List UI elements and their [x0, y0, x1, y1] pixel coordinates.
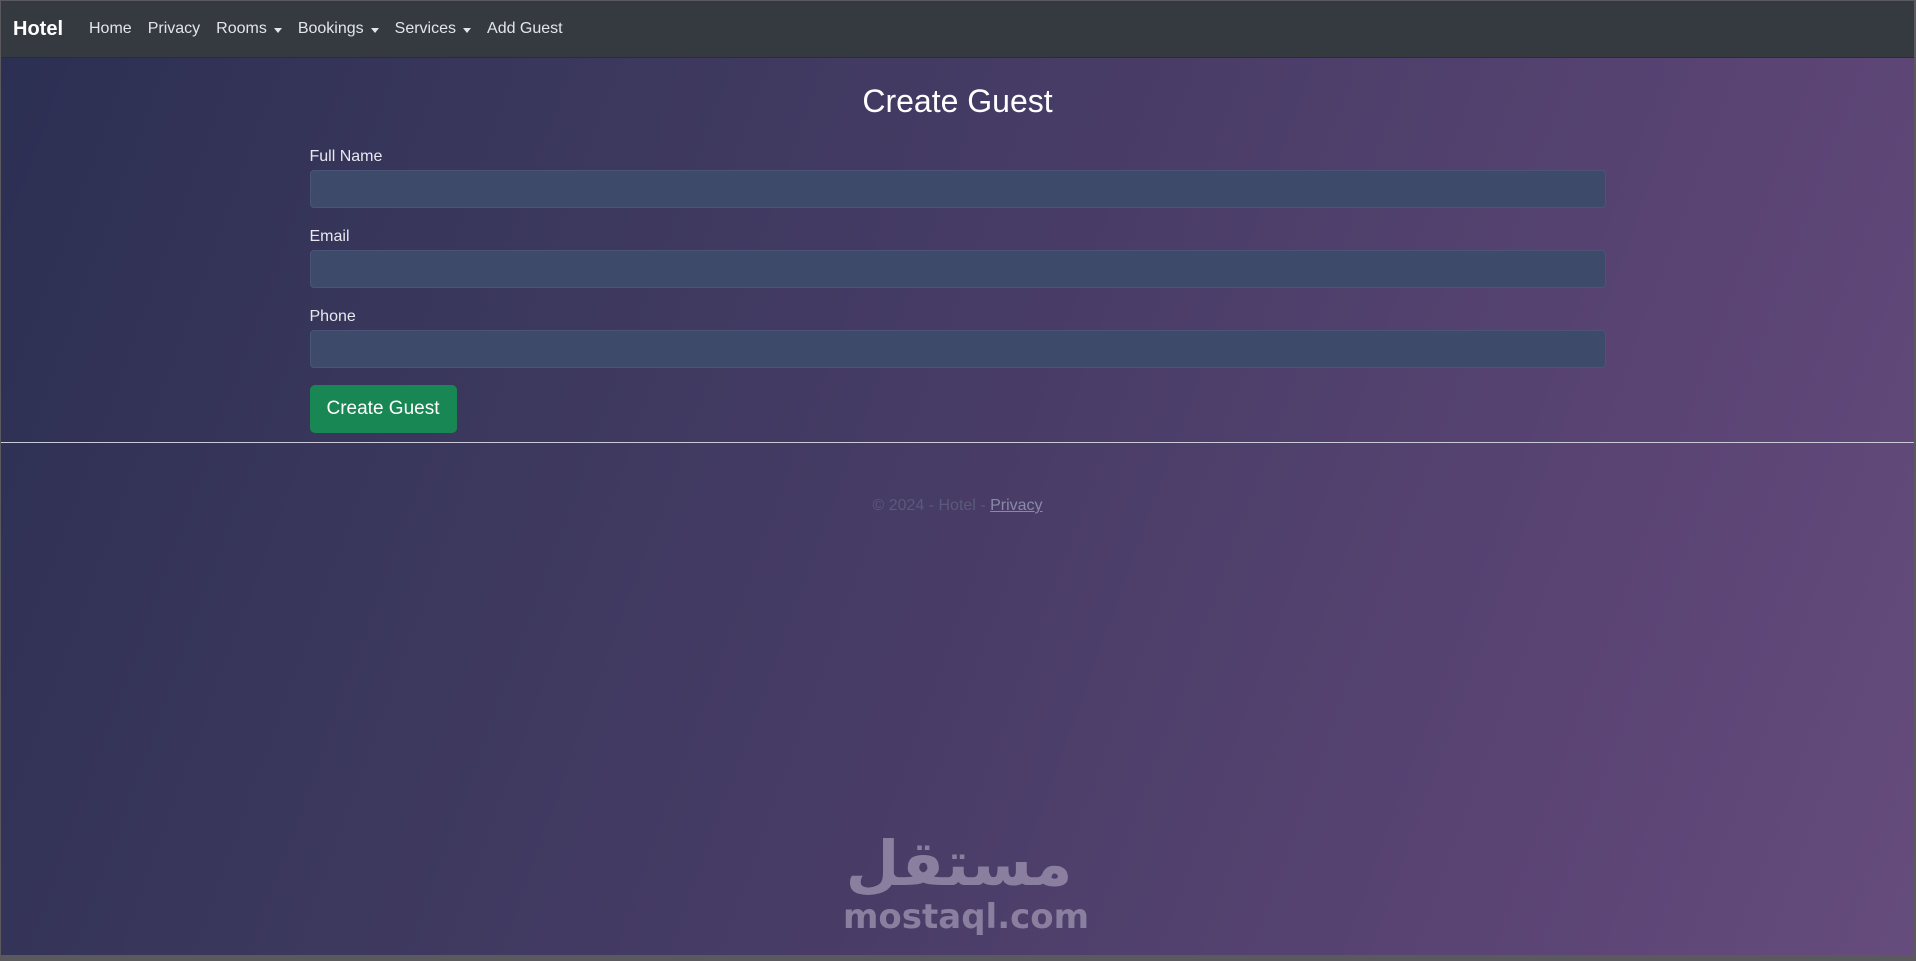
navbar: Hotel Home Privacy Rooms Bookings Servic…	[1, 1, 1914, 58]
nav-add-guest-label: Add Guest	[487, 20, 563, 37]
nav-rooms-label: Rooms	[216, 20, 267, 37]
mostaql-watermark-logo: مستقل mostaql.com	[843, 827, 1090, 938]
nav-services-dropdown[interactable]: Services	[394, 20, 472, 38]
create-guest-form: Create Guest Full Name Email Phone Creat…	[309, 58, 1606, 433]
watermark-arabic: مستقل	[845, 827, 1073, 900]
footer-privacy-link[interactable]: Privacy	[990, 497, 1042, 514]
phone-label: Phone	[309, 308, 356, 325]
nav-bookings-label: Bookings	[297, 20, 364, 37]
caret-down-icon	[463, 27, 472, 33]
nav-privacy-label: Privacy	[147, 20, 201, 37]
nav-rooms-dropdown[interactable]: Rooms	[216, 20, 282, 38]
nav-bookings-dropdown[interactable]: Bookings	[298, 20, 379, 38]
caret-down-icon	[370, 27, 379, 33]
app-window: Hotel Home Privacy Rooms Bookings Servic…	[1, 1, 1914, 955]
watermark-latin: mostaql.com	[843, 897, 1090, 937]
footer: © 2024 - Hotel - Privacy	[1, 497, 1914, 515]
phone-input[interactable]	[309, 330, 1606, 368]
full-name-label: Full Name	[309, 148, 383, 165]
nav-add-guest[interactable]: Add Guest	[487, 20, 563, 38]
page-title: Create Guest	[862, 83, 1053, 119]
create-guest-button[interactable]: Create Guest	[309, 385, 457, 433]
nav-privacy[interactable]: Privacy	[148, 20, 200, 38]
footer-divider	[1, 442, 1914, 443]
caret-down-icon	[273, 27, 282, 33]
nav-services-label: Services	[394, 20, 457, 37]
footer-copyright: © 2024 - Hotel -	[872, 497, 991, 514]
nav-home-label: Home	[89, 20, 132, 37]
email-input[interactable]	[309, 250, 1606, 288]
full-name-input[interactable]	[309, 170, 1606, 208]
email-label: Email	[309, 228, 350, 245]
brand-link[interactable]: Hotel	[13, 18, 63, 41]
nav-home[interactable]: Home	[89, 20, 132, 38]
